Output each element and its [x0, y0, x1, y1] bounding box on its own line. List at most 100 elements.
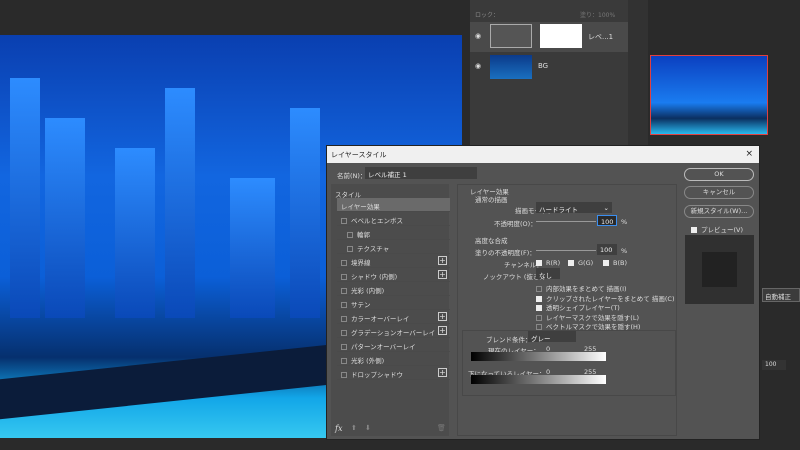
style-item[interactable]: ドロップシャドウ + — [337, 366, 450, 380]
levels-adjustment-thumbnail — [490, 24, 532, 48]
navigator-preview[interactable] — [650, 55, 768, 135]
eye-icon[interactable]: ◉ — [475, 32, 481, 40]
blend-if-label: ブレンド条件： — [486, 336, 532, 344]
style-label: レイヤー効果 — [341, 203, 380, 211]
style-label: ベベルとエンボス — [351, 217, 403, 225]
add-icon[interactable]: + — [438, 368, 447, 377]
checkbox[interactable] — [341, 260, 347, 266]
add-icon[interactable]: + — [438, 270, 447, 279]
style-item[interactable]: パターンオーバーレイ — [337, 338, 450, 352]
style-label: パターンオーバーレイ — [351, 343, 416, 351]
style-item[interactable]: サテン — [337, 296, 450, 310]
checkbox[interactable] — [341, 288, 347, 294]
channel-g[interactable]: G(G) — [568, 259, 593, 267]
channel-b[interactable]: B(B) — [603, 259, 627, 267]
name-input[interactable]: レベル補正 1 — [365, 167, 477, 179]
fill-value[interactable]: 100% — [598, 12, 615, 19]
checkbox[interactable] — [341, 372, 347, 378]
lock-label: ロック： — [475, 12, 500, 19]
settings-area: レイヤー効果 通常の描画 描画モード： ハードライト ⌄ 不透明度(O)： 100… — [457, 184, 677, 436]
underlying-gradient-slider[interactable] — [471, 375, 606, 384]
blend-mode-select[interactable]: ハードライト ⌄ — [536, 202, 612, 214]
style-label: サテン — [351, 301, 371, 309]
ok-button[interactable]: OK — [684, 168, 754, 181]
canvas-building — [45, 118, 85, 318]
style-label: 光彩 (外側) — [351, 357, 385, 365]
style-label: 輪郭 — [357, 231, 370, 239]
style-label: シャドウ (内側) — [351, 273, 398, 281]
dialog-title-bar: レイヤースタイル × — [327, 146, 759, 163]
add-icon[interactable]: + — [438, 326, 447, 335]
advanced-option[interactable]: レイヤーマスクで効果を隠す(L) — [536, 312, 639, 322]
checkbox[interactable] — [341, 302, 347, 308]
move-up-icon[interactable]: ⬆ — [351, 424, 357, 432]
opacity-label: 不透明度(O)： — [494, 220, 537, 228]
knockout-select[interactable]: なし — [536, 268, 560, 280]
opacity-input[interactable]: 100 — [597, 215, 617, 226]
canvas-building — [10, 78, 40, 318]
chevron-down-icon: ⌄ — [603, 204, 609, 212]
blend-if-select[interactable]: グレー — [528, 331, 576, 343]
normal-title: 通常の描画 — [475, 196, 508, 204]
styles-list: スタイル レイヤー効果 ベベルとエンボス 輪郭 テクスチャ 境界線 + シャドウ (内側) +… — [331, 184, 450, 436]
checkbox[interactable] — [347, 246, 353, 252]
layer-name[interactable]: レベ...1 — [588, 32, 613, 42]
checkbox[interactable] — [341, 274, 347, 280]
bg-thumbnail — [490, 55, 532, 79]
canvas-building — [230, 178, 275, 318]
this-layer-gradient-slider[interactable] — [471, 352, 606, 361]
checkbox[interactable] — [347, 232, 353, 238]
checkbox[interactable] — [341, 316, 347, 322]
checkbox[interactable] — [341, 344, 347, 350]
checkbox[interactable] — [341, 358, 347, 364]
fill-opacity-input[interactable]: 100 — [597, 244, 617, 255]
style-label: 境界線 — [351, 259, 371, 267]
canvas-building — [290, 108, 320, 318]
add-icon[interactable]: + — [438, 312, 447, 321]
checkbox[interactable] — [341, 218, 347, 224]
style-item[interactable]: シャドウ (内側) + — [337, 268, 450, 282]
style-label: 光彩 (内側) — [351, 287, 385, 295]
canvas-building — [165, 88, 195, 318]
style-item[interactable]: ベベルとエンボス — [337, 212, 450, 226]
cancel-button[interactable]: キャンセル — [684, 186, 754, 199]
opacity-unit: % — [621, 218, 628, 226]
style-item[interactable]: 光彩 (内側) — [337, 282, 450, 296]
value-field[interactable]: 100 — [762, 360, 786, 370]
style-label: カラーオーバーレイ — [351, 315, 410, 323]
new-style-button[interactable]: 新規スタイル(W)... — [684, 205, 754, 218]
layers-panel: ロック： 塗り：100% ◉ レベ...1 ◉ BG — [470, 0, 628, 145]
checkbox[interactable] — [341, 330, 347, 336]
fill-label: 塗り： — [580, 12, 599, 19]
opacity-slider[interactable] — [536, 221, 596, 222]
style-item[interactable]: グラデーションオーバーレイ + — [337, 324, 450, 338]
trash-icon[interactable]: 🗑 — [437, 424, 446, 432]
layer-name[interactable]: BG — [538, 62, 548, 70]
advanced-option[interactable]: 透明シェイプレイヤー(T) — [536, 302, 620, 312]
fill-opacity-slider[interactable] — [536, 250, 596, 251]
style-item[interactable]: 境界線 + — [337, 254, 450, 268]
close-icon[interactable]: × — [745, 149, 753, 159]
fill-opacity-label: 塗りの不透明度(F)： — [475, 249, 536, 257]
name-label: 名前(N)： — [337, 172, 367, 180]
add-icon[interactable]: + — [438, 256, 447, 265]
layer-style-dialog: レイヤースタイル × 名前(N)： レベル補正 1 スタイル レイヤー効果 ベベルと… — [326, 145, 760, 440]
style-item[interactable]: テクスチャ — [337, 240, 450, 254]
style-item[interactable]: レイヤー効果 — [337, 198, 450, 212]
eye-icon[interactable]: ◉ — [475, 62, 481, 70]
fill-unit: % — [621, 247, 628, 255]
advanced-option[interactable]: クリップされたレイヤーをまとめて 描画(C) — [536, 293, 674, 303]
layer-mask-thumbnail[interactable] — [540, 24, 582, 48]
advanced-title: 高度な合成 — [475, 237, 508, 245]
style-item[interactable]: カラーオーバーレイ + — [337, 310, 450, 324]
style-item[interactable]: 輪郭 — [337, 226, 450, 240]
channel-r[interactable]: R(R) — [536, 259, 560, 267]
style-item[interactable]: 光彩 (外側) — [337, 352, 450, 366]
move-down-icon[interactable]: ⬇ — [365, 424, 371, 432]
preview-checkbox[interactable]: プレビュー(V) — [691, 224, 743, 234]
layer-row[interactable]: ◉ BG — [470, 52, 628, 82]
advanced-option[interactable]: 内部効果をまとめて 描画(I) — [536, 283, 627, 293]
layer-row[interactable]: ◉ レベ...1 — [470, 22, 628, 52]
auto-correct-button[interactable]: 自動補正 — [762, 288, 800, 302]
fx-icon[interactable]: fx — [335, 424, 342, 433]
